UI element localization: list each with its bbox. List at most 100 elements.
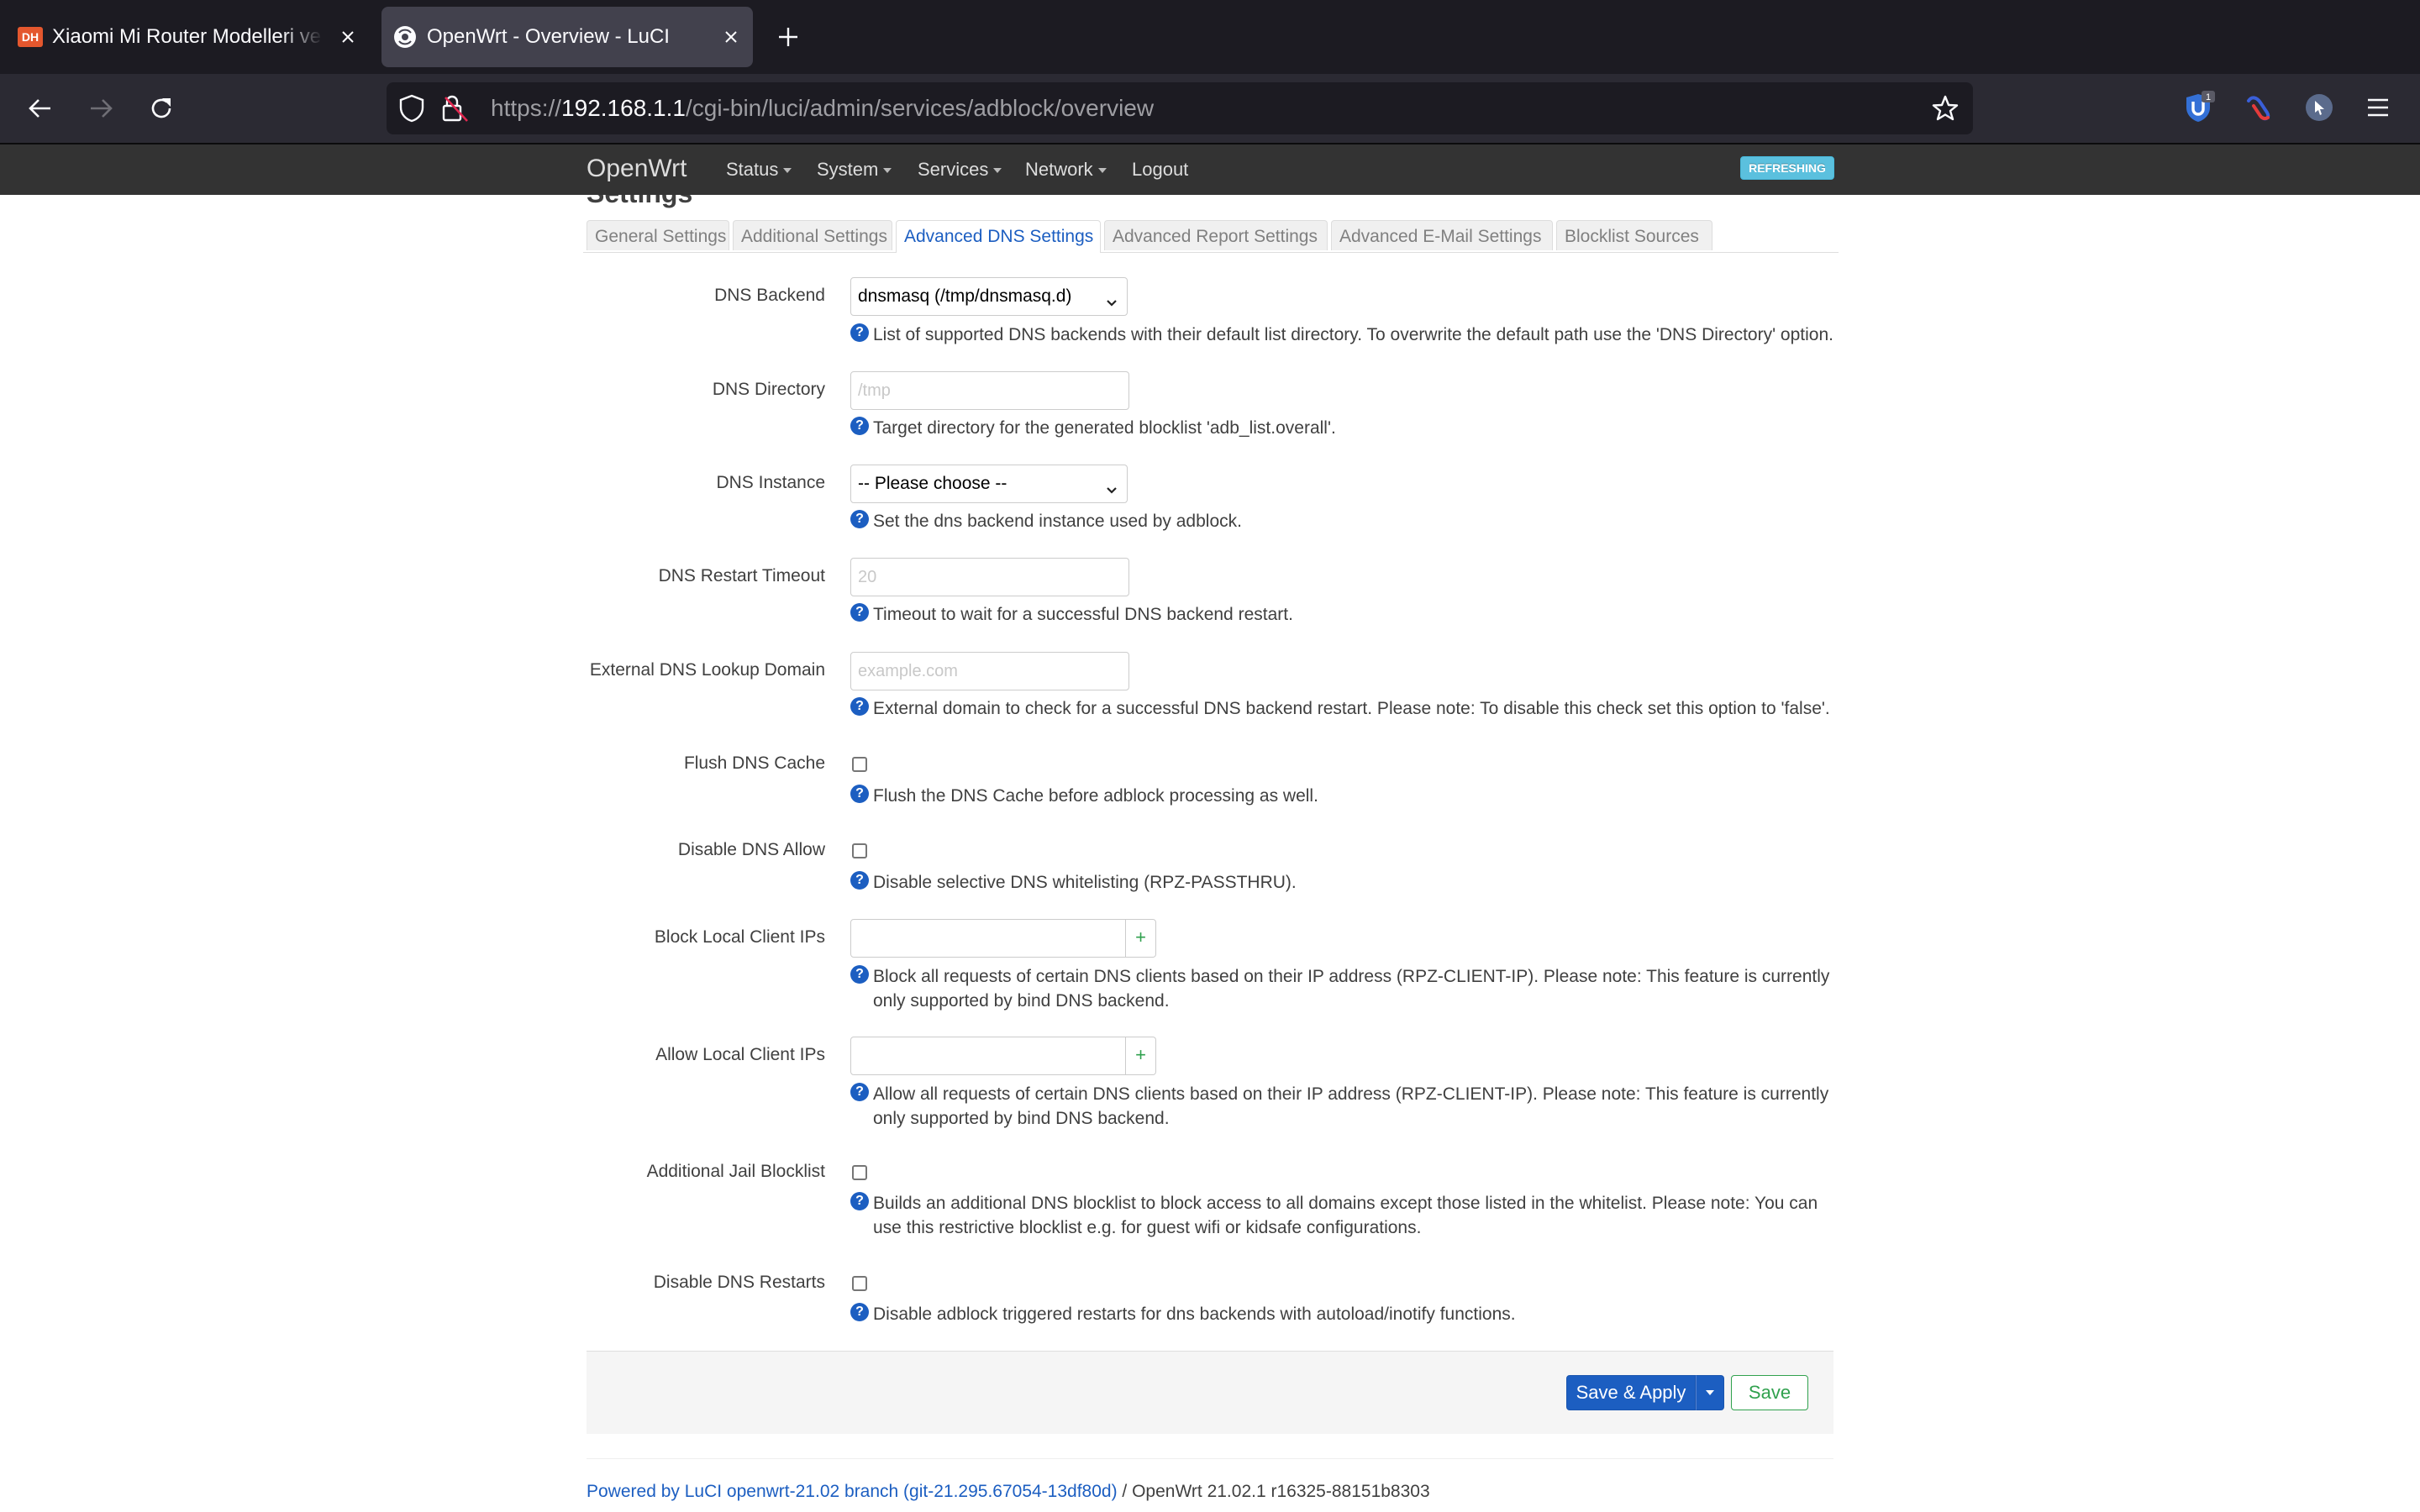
save-button[interactable]: Save [1731, 1375, 1808, 1410]
tab-additional-settings[interactable]: Additional Settings [733, 220, 892, 250]
save-apply-button[interactable]: Save & Apply [1566, 1375, 1696, 1410]
tracking-shield-icon[interactable] [398, 94, 425, 129]
help-question-icon: ? [850, 697, 869, 716]
tab-advanced-email-settings[interactable]: Advanced E-Mail Settings [1331, 220, 1553, 250]
close-tab-icon[interactable] [334, 24, 361, 50]
tab-advanced-dns-settings[interactable]: Advanced DNS Settings [896, 220, 1101, 253]
save-apply-dropdown-icon[interactable] [1696, 1375, 1724, 1410]
address-bar[interactable]: https://192.168.1.1/cgi-bin/luci/admin/s… [387, 82, 1973, 134]
url-scheme: https:// [491, 95, 562, 121]
menu-network[interactable]: Network [1025, 144, 1107, 195]
help-text: Flush the DNS Cache before adblock proce… [873, 786, 1318, 806]
forward-arrow-icon[interactable] [81, 88, 121, 129]
browser-tab-luci[interactable]: OpenWrt - Overview - LuCI [381, 7, 753, 67]
additional-jail-blocklist-label: Additional Jail Blocklist [646, 1162, 825, 1181]
help-text: List of supported DNS backends with thei… [873, 325, 1833, 344]
help-text: Allow all requests of certain DNS client… [873, 1084, 1829, 1128]
help-question-icon: ? [850, 785, 869, 803]
tab-title: OpenWrt - Overview - LuCI [427, 25, 670, 48]
tab-advanced-report-settings[interactable]: Advanced Report Settings [1104, 220, 1328, 250]
additional-jail-blocklist-checkbox[interactable] [852, 1165, 867, 1180]
tab-blocklist-sources[interactable]: Blocklist Sources [1556, 220, 1712, 250]
caret-down-icon [783, 168, 792, 174]
menu-status[interactable]: Status [726, 144, 792, 195]
block-local-client-ips-input[interactable] [850, 919, 1126, 958]
profile-avatar-icon[interactable] [2301, 89, 2338, 126]
refreshing-indicator[interactable]: REFRESHING [1740, 156, 1834, 180]
disable-dns-restarts-checkbox[interactable] [852, 1276, 867, 1291]
dns-backend-select[interactable]: dnsmasq (/tmp/dnsmasq.d) [850, 277, 1128, 316]
allow-local-client-ips-help: ? Allow all requests of certain DNS clien… [850, 1082, 1842, 1131]
allow-local-client-ips-label: Allow Local Client IPs [655, 1045, 825, 1064]
extension-link-icon[interactable] [2240, 89, 2277, 126]
flush-dns-cache-help: ? Flush the DNS Cache before adblock proc… [850, 784, 1842, 808]
dns-restart-timeout-input[interactable]: 20 [850, 558, 1129, 596]
page-actions: Save & Apply Save [587, 1351, 1833, 1434]
menu-services[interactable]: Services [918, 144, 1002, 195]
help-text: Target directory for the generated block… [873, 418, 1336, 438]
help-question-icon: ? [850, 603, 869, 622]
help-question-icon: ? [850, 417, 869, 435]
disable-dns-restarts-help: ? Disable adblock triggered restarts for … [850, 1302, 1842, 1326]
openwrt-favicon-icon [392, 25, 418, 49]
add-allow-ip-plus-icon[interactable]: + [1126, 1037, 1156, 1075]
url-path: /cgi-bin/luci/admin/services/adblock/ove… [685, 95, 1155, 121]
help-text: Timeout to wait for a successful DNS bac… [873, 605, 1293, 624]
dns-restart-timeout-help: ? Timeout to wait for a successful DNS ba… [850, 602, 1842, 627]
help-text: Disable selective DNS whitelisting (RPZ-… [873, 873, 1297, 892]
back-arrow-icon[interactable] [20, 88, 60, 129]
help-question-icon: ? [850, 323, 869, 342]
openwrt-version-text: / OpenWrt 21.02.1 r16325-88151b8303 [1117, 1482, 1430, 1501]
bookmark-star-icon[interactable] [1931, 94, 1960, 129]
help-text: Set the dns backend instance used by adb… [873, 512, 1242, 531]
dns-instance-select[interactable]: -- Please choose -- [850, 465, 1128, 503]
footer-divider [587, 1458, 1833, 1459]
menu-system[interactable]: System [817, 144, 892, 195]
allow-local-client-ips-input[interactable] [850, 1037, 1126, 1075]
help-question-icon: ? [850, 1303, 869, 1321]
help-question-icon: ? [850, 1192, 869, 1210]
flush-dns-cache-checkbox[interactable] [852, 757, 867, 772]
close-tab-icon[interactable] [718, 24, 744, 50]
help-question-icon: ? [850, 871, 869, 890]
ublock-extension-icon[interactable]: 1 [2180, 89, 2217, 126]
openwrt-brand[interactable]: OpenWrt [587, 144, 687, 193]
external-dns-lookup-label: External DNS Lookup Domain [589, 660, 825, 680]
menu-label: Status [726, 159, 779, 180]
insecure-lock-icon[interactable] [440, 94, 471, 129]
tab-title: Xiaomi Mi Router Modelleri ve OpenWrt [52, 25, 323, 48]
url-text[interactable]: https://192.168.1.1/cgi-bin/luci/admin/s… [491, 82, 1154, 134]
external-dns-lookup-input[interactable]: example.com [850, 652, 1129, 690]
help-question-icon: ? [850, 510, 869, 528]
page-footer: Powered by LuCI openwrt-21.02 branch (gi… [587, 1482, 1430, 1502]
add-block-ip-plus-icon[interactable]: + [1126, 919, 1156, 958]
luci-version-link[interactable]: Powered by LuCI openwrt-21.02 branch (gi… [587, 1482, 1118, 1501]
block-local-client-ips-help: ? Block all requests of certain DNS clien… [850, 964, 1842, 1013]
donanimhaber-favicon-icon: DH [17, 25, 44, 49]
browser-toolbar: https://192.168.1.1/cgi-bin/luci/admin/s… [0, 74, 2420, 143]
settings-tabs: General Settings Additional Settings Adv… [583, 220, 1839, 253]
external-dns-lookup-help: ? External domain to check for a successf… [850, 696, 1842, 721]
menu-label: Network [1025, 159, 1093, 180]
help-text: Builds an additional DNS blocklist to bl… [873, 1194, 1818, 1237]
dns-directory-help: ? Target directory for the generated bloc… [850, 416, 1842, 440]
additional-jail-blocklist-help: ? Builds an additional DNS blocklist to b… [850, 1191, 1842, 1240]
caret-down-icon [993, 168, 1002, 174]
hamburger-menu-icon[interactable] [2360, 89, 2396, 126]
disable-dns-allow-checkbox[interactable] [852, 843, 867, 858]
menu-logout[interactable]: Logout [1132, 144, 1188, 195]
help-text: Block all requests of certain DNS client… [873, 967, 1830, 1011]
help-question-icon: ? [850, 1083, 869, 1101]
reload-icon[interactable] [141, 88, 182, 129]
dns-directory-input[interactable]: /tmp [850, 371, 1129, 410]
new-tab-plus-icon[interactable] [771, 20, 805, 54]
browser-tab-strip: DH Xiaomi Mi Router Modelleri ve OpenWrt… [0, 0, 2420, 74]
help-text: Disable adblock triggered restarts for d… [873, 1305, 1516, 1324]
menu-label: System [817, 159, 879, 180]
dns-instance-help: ? Set the dns backend instance used by ad… [850, 509, 1842, 533]
browser-tab-xiaomi[interactable]: DH Xiaomi Mi Router Modelleri ve OpenWrt [7, 7, 370, 67]
dns-directory-label: DNS Directory [712, 380, 825, 399]
tab-general-settings[interactable]: General Settings [587, 220, 729, 250]
chevron-down-icon [1105, 288, 1118, 325]
select-value: -- Please choose -- [858, 474, 1007, 493]
